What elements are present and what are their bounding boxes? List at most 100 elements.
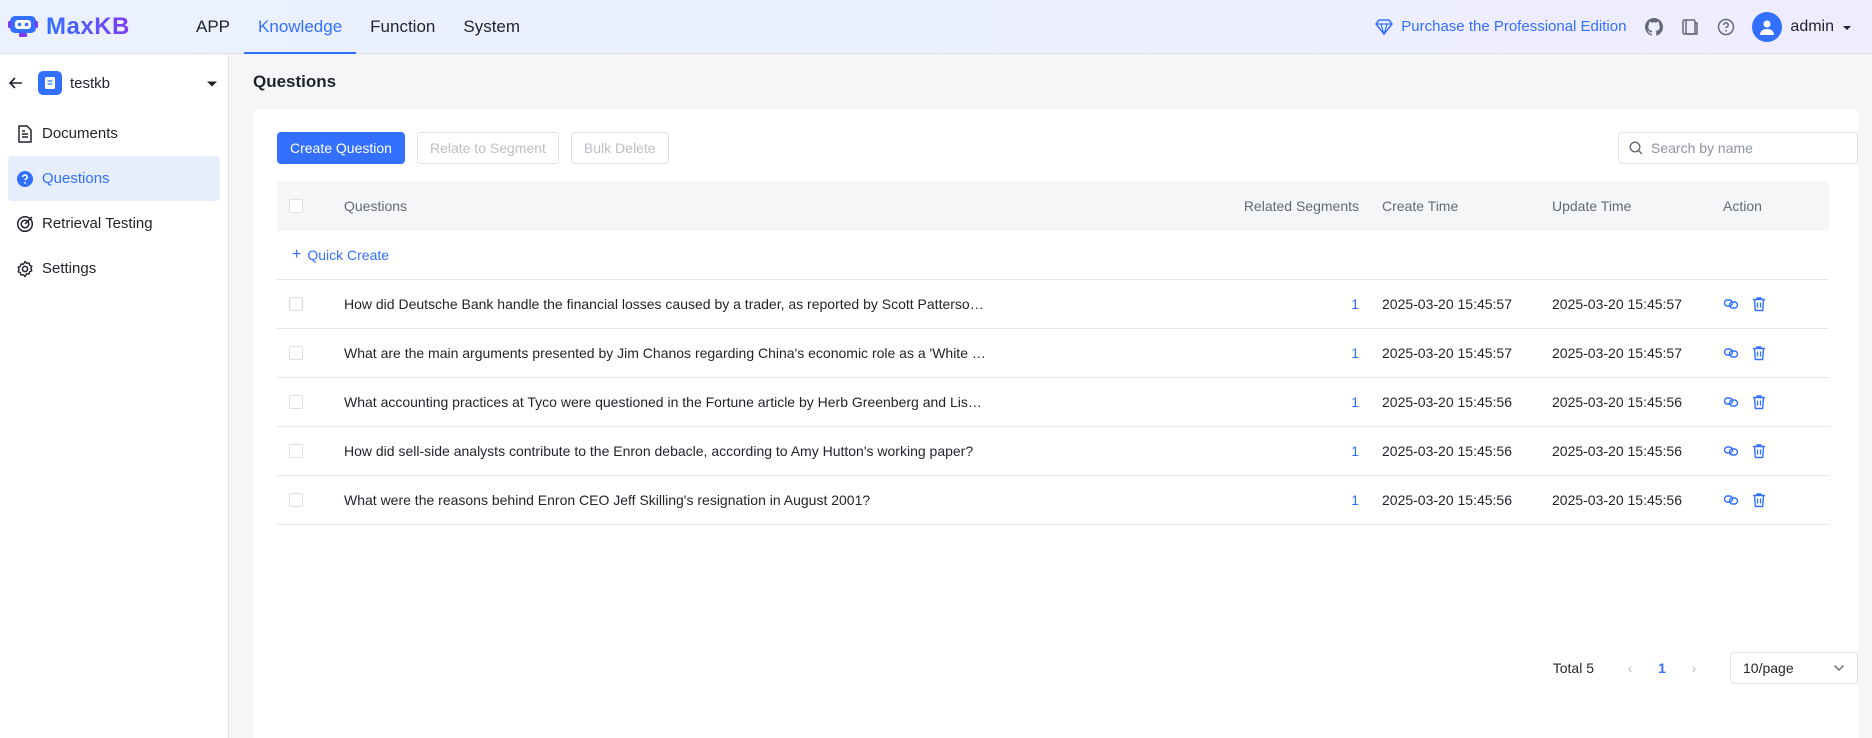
create-time: 2025-03-20 15:45:57: [1382, 345, 1512, 361]
target-icon: [16, 215, 34, 233]
delete-icon[interactable]: [1751, 443, 1767, 459]
delete-icon[interactable]: [1751, 394, 1767, 410]
search-icon: [1629, 141, 1643, 155]
kb-selector[interactable]: testkb: [0, 55, 228, 111]
current-page[interactable]: 1: [1646, 660, 1678, 676]
question-text[interactable]: What are the main arguments presented by…: [344, 345, 1117, 361]
delete-icon[interactable]: [1751, 345, 1767, 361]
diamond-icon: [1375, 18, 1394, 35]
quick-create-row: + Quick Create: [277, 231, 1829, 280]
question-text[interactable]: What were the reasons behind Enron CEO J…: [344, 492, 1117, 508]
table-row[interactable]: How did sell-side analysts contribute to…: [277, 427, 1829, 476]
update-time: 2025-03-20 15:45:56: [1552, 394, 1682, 410]
related-segments-count[interactable]: 1: [1117, 394, 1382, 410]
sidebar-item-label: Retrieval Testing: [42, 215, 153, 232]
sidebar-item-retrieval-testing[interactable]: Retrieval Testing: [8, 201, 220, 246]
logo-text: MaxKB: [46, 12, 130, 40]
link-icon[interactable]: [1723, 296, 1739, 312]
table-row[interactable]: What were the reasons behind Enron CEO J…: [277, 476, 1829, 525]
quick-create-label: Quick Create: [307, 247, 390, 263]
link-icon[interactable]: [1723, 443, 1739, 459]
sidebar: testkb Documents Questions Retrieval Tes…: [0, 55, 229, 738]
help-icon[interactable]: [1716, 17, 1736, 37]
logo[interactable]: MaxKB: [8, 13, 168, 41]
prev-page-icon[interactable]: ‹: [1614, 660, 1646, 676]
main-content: Questions Create Question Relate to Segm…: [230, 55, 1872, 738]
robot-logo-icon: [8, 13, 40, 41]
create-time: 2025-03-20 15:45:56: [1382, 394, 1512, 410]
column-header-questions: Questions: [344, 198, 408, 214]
update-time: 2025-03-20 15:45:56: [1552, 492, 1682, 508]
relate-to-segment-button[interactable]: Relate to Segment: [416, 132, 559, 164]
column-header-related-segments: Related Segments: [1243, 198, 1359, 214]
row-checkbox[interactable]: [289, 395, 303, 409]
related-segments-count[interactable]: 1: [1117, 443, 1382, 459]
row-checkbox[interactable]: [289, 297, 303, 311]
back-arrow-icon[interactable]: [8, 75, 24, 91]
sidebar-item-documents[interactable]: Documents: [8, 111, 220, 156]
caret-down-icon[interactable]: [206, 75, 218, 91]
sidebar-item-label: Settings: [42, 260, 97, 277]
caret-down-icon[interactable]: [1842, 19, 1852, 35]
kb-name: testkb: [70, 74, 111, 92]
knowledge-base-icon: [38, 71, 62, 95]
nav-app[interactable]: APP: [182, 0, 244, 54]
question-text[interactable]: How did Deutsche Bank handle the financi…: [344, 296, 1117, 312]
update-time: 2025-03-20 15:45:56: [1552, 443, 1682, 459]
purchase-link[interactable]: Purchase the Professional Edition: [1375, 18, 1626, 35]
table-row[interactable]: How did Deutsche Bank handle the financi…: [277, 280, 1829, 329]
delete-icon[interactable]: [1751, 492, 1767, 508]
related-segments-count[interactable]: 1: [1117, 492, 1382, 508]
create-time: 2025-03-20 15:45:56: [1382, 443, 1512, 459]
row-checkbox[interactable]: [289, 346, 303, 360]
pagination: Total 5 ‹ 1 › 10/page: [1553, 652, 1858, 684]
toolbar: Create Question Relate to Segment Bulk D…: [277, 132, 1858, 164]
document-icon: [16, 124, 34, 143]
sidebar-item-questions[interactable]: Questions: [8, 156, 220, 201]
page-size-value: 10/page: [1743, 660, 1794, 676]
link-icon[interactable]: [1723, 492, 1739, 508]
table-row[interactable]: What are the main arguments presented by…: [277, 329, 1829, 378]
related-segments-count[interactable]: 1: [1117, 296, 1382, 312]
next-page-icon[interactable]: ›: [1678, 660, 1710, 676]
github-icon[interactable]: [1644, 17, 1664, 37]
table-row[interactable]: What accounting practices at Tyco were q…: [277, 378, 1829, 427]
link-icon[interactable]: [1723, 394, 1739, 410]
search-box[interactable]: [1618, 132, 1858, 164]
page-size-select[interactable]: 10/page: [1730, 652, 1858, 684]
page-title: Questions: [253, 72, 337, 91]
row-checkbox[interactable]: [289, 444, 303, 458]
table-header: Questions Related Segments Create Time U…: [277, 181, 1829, 231]
select-all-checkbox[interactable]: [289, 199, 303, 213]
question-circle-icon: [16, 170, 34, 188]
nav-function[interactable]: Function: [356, 0, 449, 54]
total-count: Total 5: [1552, 660, 1594, 676]
nav-knowledge[interactable]: Knowledge: [244, 0, 357, 54]
sidebar-item-label: Documents: [42, 125, 118, 142]
nav-system[interactable]: System: [449, 0, 534, 54]
update-time: 2025-03-20 15:45:57: [1552, 345, 1682, 361]
create-question-button[interactable]: Create Question: [277, 132, 405, 164]
questions-card: Create Question Relate to Segment Bulk D…: [253, 110, 1858, 738]
delete-icon[interactable]: [1751, 296, 1767, 312]
book-icon[interactable]: [1680, 17, 1700, 37]
user-name[interactable]: admin: [1790, 18, 1834, 36]
create-time: 2025-03-20 15:45:56: [1382, 492, 1512, 508]
quick-create-button[interactable]: + Quick Create: [277, 246, 389, 264]
top-nav: APP Knowledge Function System: [182, 0, 534, 54]
row-checkbox[interactable]: [289, 493, 303, 507]
chevron-down-icon: [1834, 665, 1844, 671]
search-input[interactable]: [1651, 140, 1851, 156]
bulk-delete-button[interactable]: Bulk Delete: [570, 132, 669, 164]
question-text[interactable]: How did sell-side analysts contribute to…: [344, 443, 1117, 459]
top-header: MaxKB APP Knowledge Function System Purc…: [0, 0, 1872, 54]
related-segments-count[interactable]: 1: [1117, 345, 1382, 361]
link-icon[interactable]: [1723, 345, 1739, 361]
avatar[interactable]: [1752, 11, 1783, 42]
sidebar-item-settings[interactable]: Settings: [8, 246, 220, 291]
user-icon: [1760, 20, 1775, 35]
header-right: Purchase the Professional Edition admin: [1375, 0, 1872, 54]
column-header-action: Action: [1723, 198, 1762, 214]
question-text[interactable]: What accounting practices at Tyco were q…: [344, 394, 1117, 410]
create-time: 2025-03-20 15:45:57: [1382, 296, 1512, 312]
